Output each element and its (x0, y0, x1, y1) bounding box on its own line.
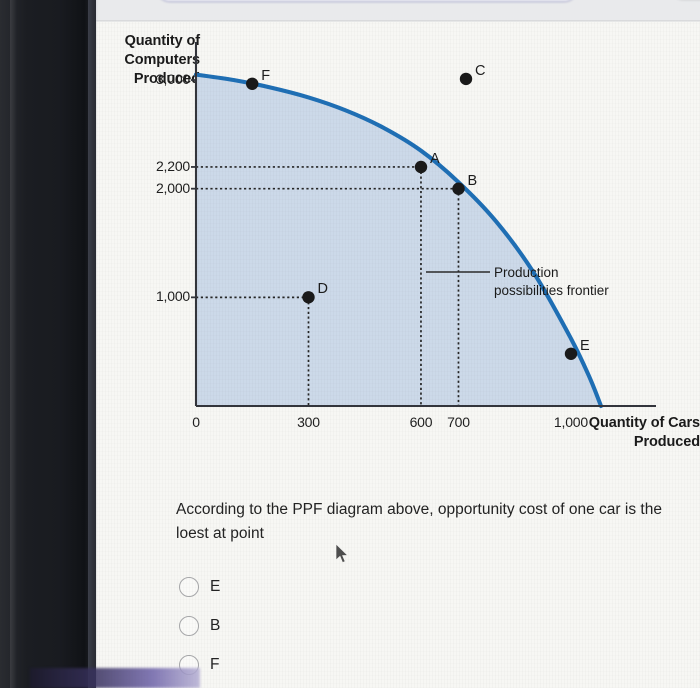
y-tick-label: 3,000 (155, 71, 190, 88)
bezel-bottom-reflection (30, 668, 200, 688)
data-point-label-e: E (579, 337, 590, 354)
data-point-d (302, 291, 315, 304)
y-tick-label: 2,200 (155, 157, 190, 174)
device-bezel (0, 0, 96, 688)
legend-label: Production possibilities frontier (494, 265, 609, 298)
y-tick-label: 2,000 (155, 179, 190, 196)
data-point-label-f: F (261, 67, 271, 84)
ppf-chart: Quantity of Computers Produced Quantity … (96, 22, 700, 472)
feasible-region-fill (196, 74, 601, 406)
bezel-highlight (10, 0, 17, 688)
option-label-b: B (210, 616, 221, 634)
x-tick-label: 1,000 (553, 414, 588, 430)
answer-options: E B F (179, 567, 479, 684)
chrome-toolbar-row: ‹ › ● yyemnsmeeg/vucu,ruz/,mc/,quzzuing/… (96, 0, 700, 16)
plot-area (191, 42, 656, 409)
option-row-e[interactable]: E (179, 567, 479, 606)
browser-chrome-strip: ‹ › ● yyemnsmeeg/vucu,ruz/,mc/,quzzuing/… (96, 0, 700, 20)
x-tick-label: 700 (447, 414, 470, 430)
data-point-f (246, 77, 259, 90)
x-tick-label: 0 (192, 414, 200, 430)
option-row-b[interactable]: B (179, 606, 479, 645)
radio-button-e[interactable] (179, 576, 199, 597)
data-point-label-d: D (317, 281, 328, 298)
data-point-e (564, 347, 578, 360)
radio-button-b[interactable] (179, 615, 199, 636)
data-point-label-b: B (467, 172, 478, 189)
bezel-edge-glow (88, 0, 98, 688)
question-prompt: According to the PPF diagram above, oppo… (176, 501, 662, 543)
mouse-cursor (336, 544, 349, 564)
option-label-f: F (210, 655, 220, 673)
data-point-label-c: C (474, 62, 486, 79)
data-point-a (414, 160, 428, 174)
option-row-f[interactable]: F (179, 645, 479, 684)
photographed-screen: ‹ › ● yyemnsmeeg/vucu,ruz/,mc/,quzzuing/… (0, 0, 700, 688)
y-tick-label: 1,000 (155, 288, 190, 305)
option-label-e: E (210, 577, 221, 595)
data-point-c (459, 72, 473, 86)
data-point-b (452, 182, 465, 195)
url-bar[interactable] (156, 0, 578, 2)
x-tick-label: 300 (297, 414, 320, 430)
data-point-label-a: A (429, 150, 440, 167)
quiz-page: Quantity of Computers Produced Quantity … (96, 22, 700, 688)
